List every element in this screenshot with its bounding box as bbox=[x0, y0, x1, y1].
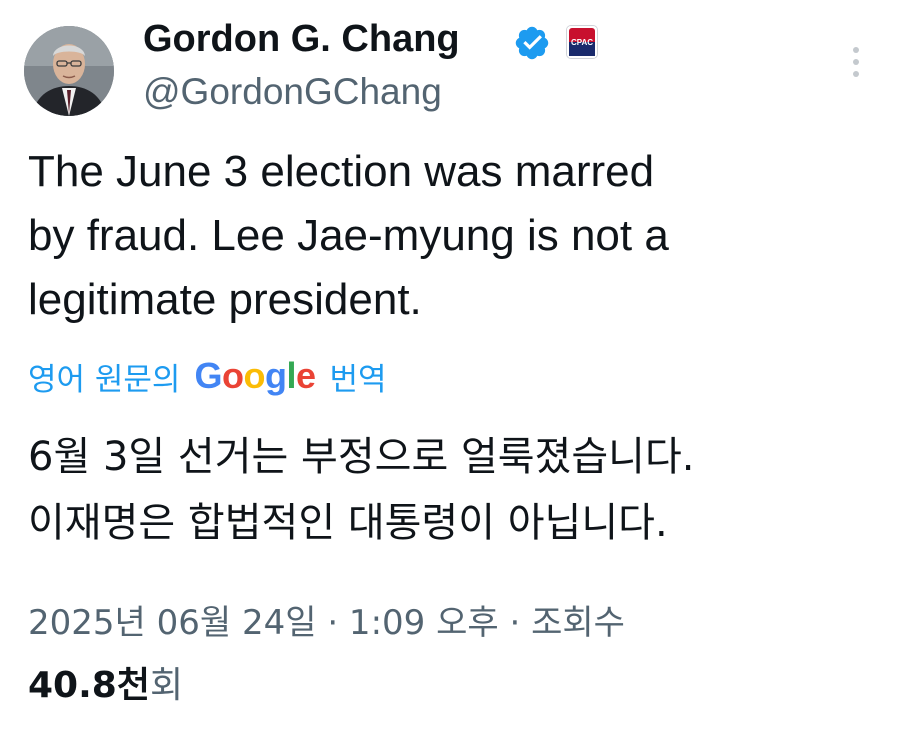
translation-toggle[interactable]: 영어 원문의 Google 번역 bbox=[28, 350, 387, 402]
tweet-text-line: The June 3 election was marred bbox=[28, 147, 655, 196]
views-count-row[interactable]: 40.8천회 bbox=[28, 662, 183, 710]
translated-text-line: 이재명은 합법적인 대통령이 아닙니다. bbox=[28, 500, 668, 546]
translated-text: 6월 3일 선거는 부정으로 얼룩졌습니다. 이재명은 합법적인 대통령이 아닙… bbox=[28, 424, 888, 556]
translated-text-line: 6월 3일 선거는 부정으로 얼룩졌습니다. bbox=[28, 434, 695, 480]
tweet-card: Gordon G. Chang CPAC @GordonGChang The J… bbox=[0, 0, 900, 744]
more-options-icon[interactable] bbox=[846, 42, 866, 82]
verified-badge-icon bbox=[513, 24, 551, 62]
translation-label-suffix[interactable]: 번역 bbox=[330, 354, 387, 399]
tweet-timestamp[interactable]: 2025년 06월 24일 · 1:09 오후 · 조회수 bbox=[28, 600, 888, 646]
tweet-text-line: legitimate president. bbox=[28, 275, 422, 324]
views-count: 40.8천 bbox=[28, 665, 150, 706]
author-display-name[interactable]: Gordon G. Chang bbox=[143, 14, 460, 64]
views-unit: 회 bbox=[149, 665, 184, 706]
svg-text:CPAC: CPAC bbox=[571, 38, 593, 47]
affiliate-badge[interactable]: CPAC bbox=[566, 25, 598, 59]
google-logo: Google bbox=[194, 355, 316, 396]
author-handle[interactable]: @GordonGChang bbox=[143, 68, 442, 116]
tweet-text: The June 3 election was marred by fraud.… bbox=[28, 140, 848, 332]
tweet-text-line: by fraud. Lee Jae-myung is not a bbox=[28, 211, 669, 260]
avatar[interactable] bbox=[24, 26, 114, 116]
translation-label-prefix[interactable]: 영어 원문의 bbox=[28, 354, 180, 399]
